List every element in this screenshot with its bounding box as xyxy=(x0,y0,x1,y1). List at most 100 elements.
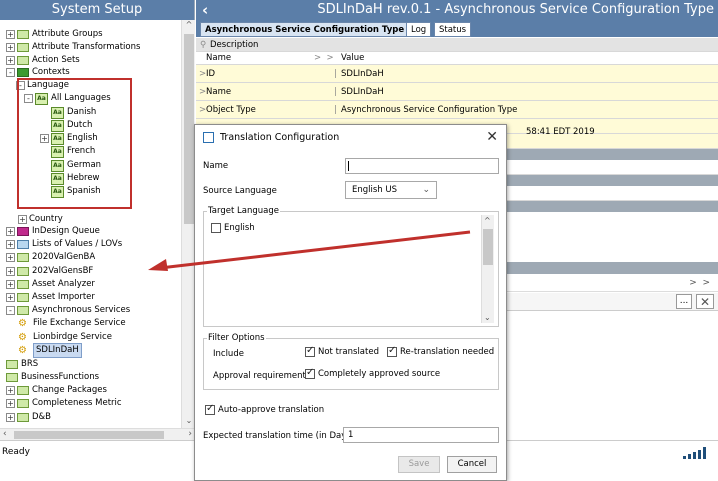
tab-log[interactable]: Log xyxy=(406,22,432,37)
folder-icon xyxy=(17,399,29,408)
dialog-title: Translation Configuration xyxy=(220,132,340,143)
grid-rows: > ID | SDLInDaH > Name | SDLInDaH > Object Type | A… xyxy=(196,65,718,119)
tree-item-label: Completeness Metric xyxy=(32,398,122,408)
tree-item-label: SDLInDaH xyxy=(33,343,82,358)
tree-item[interactable]: - Asynchronous Services xyxy=(6,304,130,317)
scroll-thumb[interactable] xyxy=(184,34,194,224)
grid-column-divider: | xyxy=(334,105,337,115)
browse-button[interactable]: ... xyxy=(676,294,692,309)
not-translated-checkbox[interactable]: Not translated xyxy=(305,345,379,357)
scroll-down-icon[interactable]: ⌄ xyxy=(484,313,491,322)
completely-approved-label: Completely approved source xyxy=(318,369,441,379)
expand-icon[interactable]: + xyxy=(18,215,27,224)
tree-item[interactable]: + D&B xyxy=(6,411,51,424)
tree-item[interactable]: + Change Packages xyxy=(6,384,107,397)
tree-vertical-scrollbar[interactable]: ^ ⌄ xyxy=(181,20,195,428)
tree-item[interactable]: + Asset Importer xyxy=(6,291,95,304)
collapse-icon[interactable]: - xyxy=(6,68,15,77)
cancel-button[interactable]: Cancel xyxy=(447,456,497,473)
checkbox-checked-icon[interactable] xyxy=(305,345,315,357)
not-translated-label: Not translated xyxy=(318,347,379,357)
expand-icon[interactable]: + xyxy=(6,253,15,262)
column-arrows-icon[interactable]: > > xyxy=(689,278,710,288)
service-gear-icon: ⚙ xyxy=(18,331,27,343)
column-name-header[interactable]: Name xyxy=(206,52,231,65)
folder-icon xyxy=(17,68,29,77)
connection-signal-icon xyxy=(683,447,706,459)
tree-item[interactable]: +202ValGensBF xyxy=(6,265,93,278)
checkbox-checked-icon[interactable] xyxy=(305,367,315,379)
column-arrows-icon[interactable]: > > xyxy=(314,52,334,65)
grid-column-header: Name > > Value xyxy=(196,52,718,65)
indesign-icon xyxy=(17,227,29,236)
grid-row[interactable]: > ID | SDLInDaH xyxy=(196,65,718,83)
tree-item[interactable]: BRS xyxy=(6,358,38,371)
tree-item-label: Attribute Groups xyxy=(32,29,103,39)
scroll-up-icon[interactable]: ^ xyxy=(182,20,196,32)
column-value-header[interactable]: Value xyxy=(341,52,364,65)
grid-cell-value: SDLInDaH xyxy=(341,69,384,79)
tree-item[interactable]: + InDesign Queue xyxy=(6,225,100,238)
back-arrow-icon[interactable]: ‹ xyxy=(202,0,208,20)
checkbox-checked-icon[interactable] xyxy=(387,345,397,357)
expand-icon[interactable]: + xyxy=(6,227,15,236)
expected-time-input[interactable]: 1 xyxy=(343,427,499,443)
tree-item[interactable]: + Lists of Values / LOVs xyxy=(6,238,122,251)
auto-approve-checkbox[interactable]: Auto-approve translation xyxy=(205,403,324,415)
scroll-up-icon[interactable]: ^ xyxy=(484,216,491,225)
folder-icon xyxy=(17,280,29,289)
tab-status[interactable]: Status xyxy=(434,22,472,37)
tree-item[interactable]: + Asset Analyzer xyxy=(6,278,95,291)
filter-options-label: Filter Options xyxy=(207,333,266,343)
section-label: Description xyxy=(210,40,259,50)
tree-item[interactable]: + Completeness Metric xyxy=(6,397,122,410)
tree-item[interactable]: + Attribute Groups xyxy=(6,28,103,41)
expand-icon[interactable]: + xyxy=(6,240,15,249)
tree-item-label: File Exchange Service xyxy=(33,318,126,328)
expand-icon[interactable]: + xyxy=(6,56,15,65)
tree-item[interactable]: +2020ValGenBA xyxy=(6,251,95,264)
folder-icon xyxy=(17,386,29,395)
checkbox-checked-icon[interactable] xyxy=(205,403,215,415)
tree-item-label: Asynchronous Services xyxy=(32,305,131,315)
expand-icon[interactable]: + xyxy=(6,43,15,52)
retranslation-needed-checkbox[interactable]: Re-translation needed xyxy=(387,345,494,357)
tree-item[interactable]: ⚙ File Exchange Service xyxy=(18,317,126,330)
collapse-icon[interactable]: - xyxy=(6,306,15,315)
scroll-left-icon[interactable]: ‹ xyxy=(3,429,7,439)
name-input[interactable] xyxy=(345,158,499,174)
tree-item[interactable]: + Attribute Transformations xyxy=(6,41,140,54)
expand-icon[interactable]: + xyxy=(6,293,15,302)
grid-row[interactable]: > Object Type | Asynchronous Service Config… xyxy=(196,101,718,119)
expand-icon[interactable]: + xyxy=(6,399,15,408)
folder-icon xyxy=(17,43,29,52)
grid-cell-name: Name xyxy=(206,87,232,97)
translation-configuration-dialog: Translation Configuration ✕ Name Source … xyxy=(194,124,507,481)
expand-icon[interactable]: + xyxy=(6,280,15,289)
grid-column-divider: | xyxy=(334,69,337,79)
grid-row[interactable]: > Name | SDLInDaH xyxy=(196,83,718,101)
scroll-right-icon[interactable]: › xyxy=(188,429,192,439)
source-language-select[interactable]: English US ⌄ xyxy=(345,181,437,199)
clear-icon[interactable]: ✕ xyxy=(696,294,714,309)
tree-item[interactable]: BusinessFunctions xyxy=(6,371,99,384)
completely-approved-checkbox[interactable]: Completely approved source xyxy=(305,367,441,379)
scroll-thumb[interactable] xyxy=(14,431,164,439)
tree-horizontal-scrollbar[interactable]: ‹ › xyxy=(0,428,195,440)
panel-title: System Setup xyxy=(0,0,194,20)
tree-item-label: InDesign Queue xyxy=(32,226,100,236)
save-button[interactable]: Save xyxy=(398,456,440,473)
expand-icon[interactable]: + xyxy=(6,386,15,395)
grid-section-header[interactable]: ⚲ Description xyxy=(196,38,718,52)
tree-item[interactable]: ⚙ SDLInDaH xyxy=(18,343,82,358)
tree-item-label: Asset Analyzer xyxy=(32,279,95,289)
scroll-thumb[interactable] xyxy=(483,229,493,265)
expand-icon[interactable]: + xyxy=(6,413,15,422)
expand-icon[interactable]: + xyxy=(6,30,15,39)
close-icon[interactable]: ✕ xyxy=(486,129,498,145)
expected-time-label: Expected translation time (in Days) xyxy=(203,431,354,441)
expand-icon[interactable]: + xyxy=(6,267,15,276)
tree-item-label: Attribute Transformations xyxy=(32,42,141,52)
folder-icon xyxy=(17,306,29,315)
tab-configuration-type[interactable]: Asynchronous Service Configuration Type xyxy=(200,22,410,37)
